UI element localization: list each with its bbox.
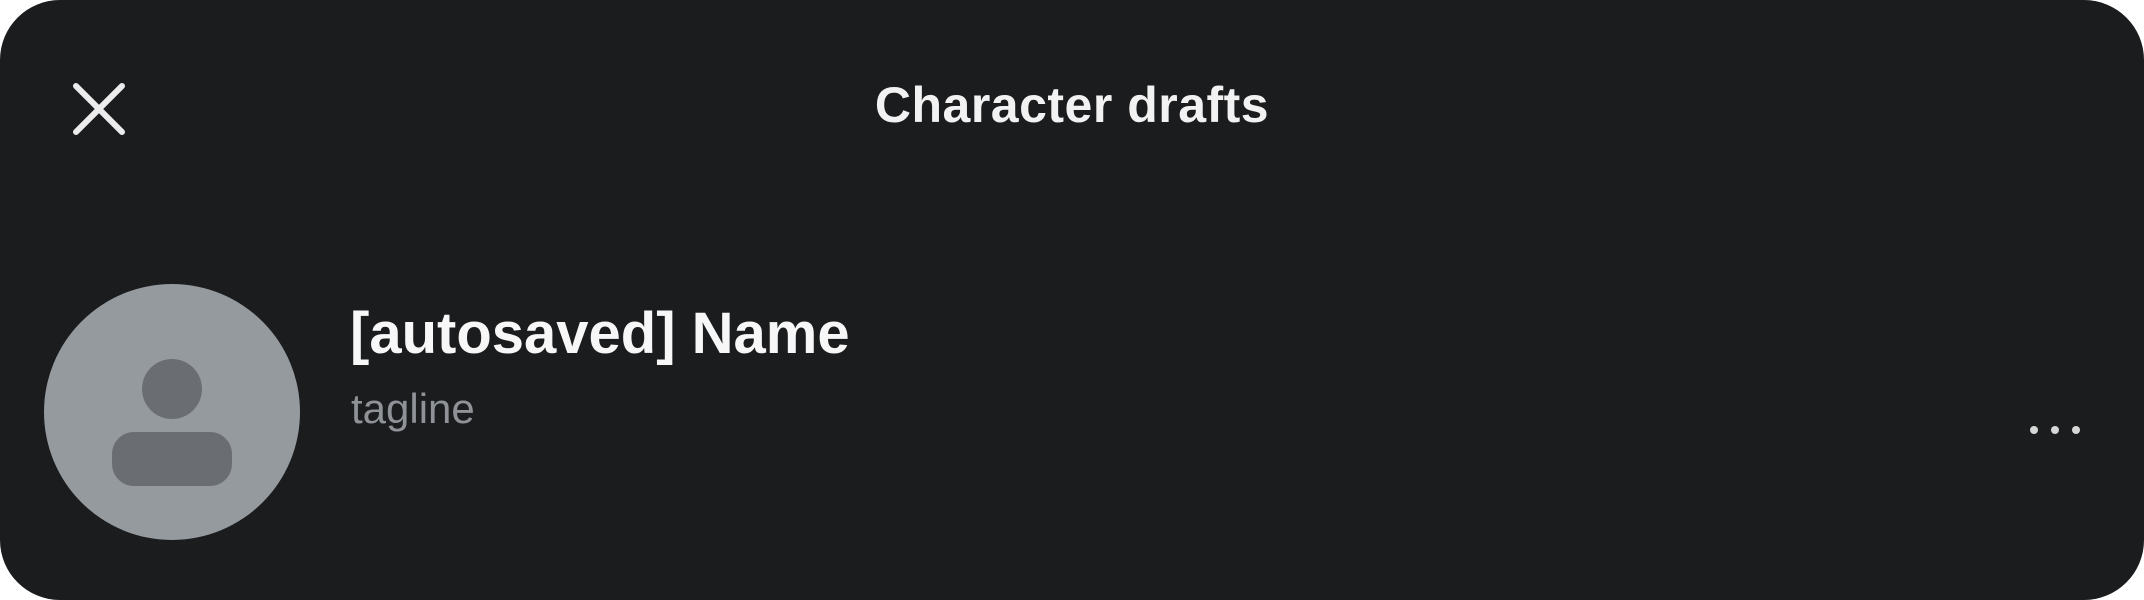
more-dot: [2051, 426, 2059, 434]
more-horizontal-icon: [2030, 426, 2038, 434]
person-placeholder-icon: [112, 359, 232, 486]
draft-list-item[interactable]: [autosaved] Name tagline: [0, 280, 2144, 550]
draft-name: [autosaved] Name: [350, 301, 850, 366]
character-drafts-dialog: Character drafts [autosaved] Name taglin…: [0, 0, 2144, 600]
dialog-title: Character drafts: [874, 77, 1270, 133]
avatar: [44, 284, 300, 540]
draft-tagline: tagline: [351, 385, 475, 432]
more-dot: [2072, 426, 2080, 434]
more-options-button[interactable]: [2030, 415, 2080, 445]
